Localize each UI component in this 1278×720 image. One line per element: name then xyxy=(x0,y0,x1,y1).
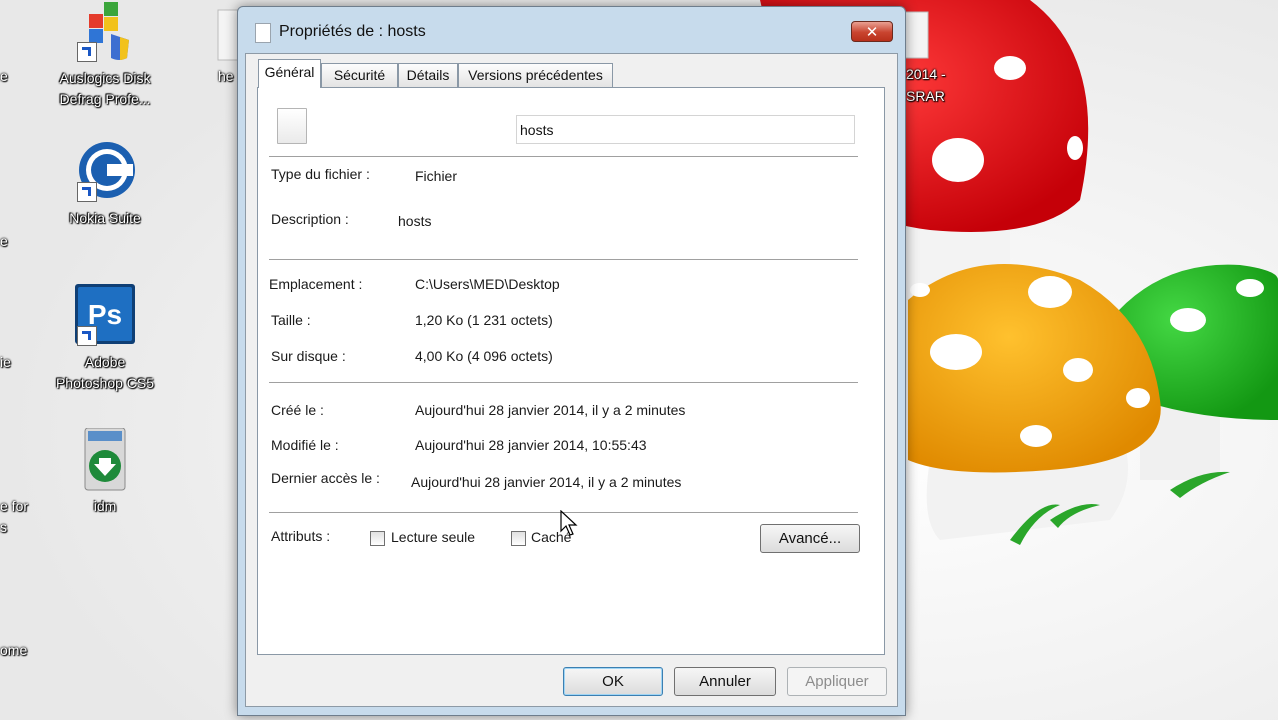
size-value: 1,20 Ko (1 231 octets) xyxy=(415,312,553,328)
desktop-edge-label: ie xyxy=(0,354,11,370)
desktop-icon-label: Auslogics Disk xyxy=(59,70,151,86)
desktop-icon-photoshop[interactable]: Ps Adobe Photoshop CS5 xyxy=(45,284,165,394)
shortcut-arrow-icon xyxy=(77,182,97,202)
general-tab-panel: Type du fichier : Fichier Description : … xyxy=(257,87,885,655)
desktop-edge-label: s xyxy=(0,519,7,535)
desktop-icon-label: idm xyxy=(93,498,117,514)
title-bar[interactable]: Propriétés de : hosts ✕ xyxy=(238,7,905,53)
desktop-icon-auslogics[interactable]: Auslogics Disk Defrag Profe... xyxy=(45,0,165,110)
disk-size-label: Sur disque : xyxy=(271,348,346,364)
separator xyxy=(269,156,858,158)
desktop-icon-label: 2014 - xyxy=(906,66,946,82)
close-button[interactable]: ✕ xyxy=(851,21,893,42)
apply-button[interactable]: Appliquer xyxy=(787,667,887,696)
nokia-suite-icon xyxy=(73,140,137,204)
attributes-label: Attributs : xyxy=(271,528,331,544)
size-label: Taille : xyxy=(271,312,311,328)
readonly-label[interactable]: Lecture seule xyxy=(391,529,475,545)
location-value: C:\Users\MED\Desktop xyxy=(415,276,560,292)
dialog-title: Propriétés de : hosts xyxy=(279,23,426,40)
shortcut-arrow-icon xyxy=(77,326,97,346)
modified-value: Aujourd'hui 28 janvier 2014, 10:55:43 xyxy=(415,437,647,453)
separator xyxy=(269,259,858,261)
desktop-edge-label: ome xyxy=(0,642,28,658)
desktop-edge-label: e xyxy=(0,68,8,84)
separator xyxy=(269,382,858,384)
ok-button[interactable]: OK xyxy=(563,667,663,696)
cancel-button[interactable]: Annuler xyxy=(674,667,776,696)
close-icon: ✕ xyxy=(865,23,879,41)
desktop-icon-label: Defrag Profe... xyxy=(59,91,151,107)
shortcut-arrow-icon xyxy=(77,42,97,62)
tab-security[interactable]: Sécurité xyxy=(321,63,398,87)
photoshop-icon: Ps xyxy=(73,284,137,348)
type-label: Type du fichier : xyxy=(271,166,370,182)
tab-details[interactable]: Détails xyxy=(398,63,458,87)
description-value: hosts xyxy=(398,213,432,229)
properties-dialog: Propriétés de : hosts ✕ Général Sécurité… xyxy=(237,6,906,716)
location-label: Emplacement : xyxy=(269,276,363,292)
mouse-cursor-icon xyxy=(560,510,578,536)
tab-general[interactable]: Général xyxy=(258,59,321,88)
idm-icon xyxy=(73,427,137,492)
modified-label: Modifié le : xyxy=(271,437,339,453)
accessed-value: Aujourd'hui 28 janvier 2014, il y a 2 mi… xyxy=(411,474,682,490)
type-value: Fichier xyxy=(415,168,458,184)
readonly-checkbox[interactable] xyxy=(370,531,385,546)
desktop-icon-label: Nokia Suite xyxy=(69,210,141,226)
created-value: Aujourd'hui 28 janvier 2014, il y a 2 mi… xyxy=(415,402,686,418)
advanced-button[interactable]: Avancé... xyxy=(760,524,860,553)
desktop-icon-label: Photoshop CS5 xyxy=(55,375,155,391)
desktop-edge-label: e xyxy=(0,233,8,249)
file-icon xyxy=(255,23,271,43)
desktop-icon-label: he xyxy=(218,68,234,84)
dialog-client-area: Général Sécurité Détails Versions précéd… xyxy=(245,53,898,707)
desktop-icon-idm[interactable]: idm xyxy=(45,427,165,517)
auslogics-icon xyxy=(73,0,137,64)
desktop-icon-nokia-suite[interactable]: Nokia Suite xyxy=(45,140,165,229)
hidden-checkbox[interactable] xyxy=(511,531,526,546)
desktop-edge-label: e for xyxy=(0,498,29,514)
desktop-icon-label: SRAR xyxy=(906,88,945,104)
tab-previous-versions[interactable]: Versions précédentes xyxy=(458,63,613,87)
created-label: Créé le : xyxy=(271,402,324,418)
disk-size-value: 4,00 Ko (4 096 octets) xyxy=(415,348,553,364)
accessed-label: Dernier accès le : xyxy=(271,470,380,486)
file-icon xyxy=(277,108,307,144)
description-label: Description : xyxy=(271,211,349,227)
file-name-input[interactable] xyxy=(516,115,855,144)
desktop-icon-label: Adobe xyxy=(84,354,126,370)
